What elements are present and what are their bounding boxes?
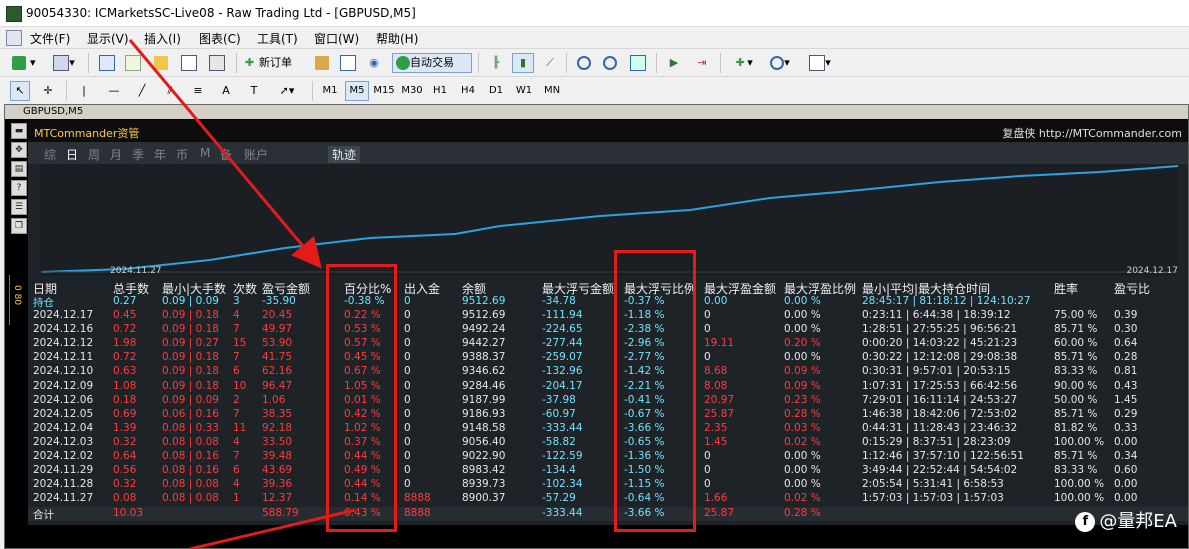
annotation-arrows — [128, 39, 356, 549]
arrow-to-total — [189, 508, 356, 549]
watermark: f @量邦EA — [1075, 507, 1177, 533]
arrow-to-percent — [128, 39, 322, 269]
watermark-icon: f — [1075, 512, 1096, 532]
